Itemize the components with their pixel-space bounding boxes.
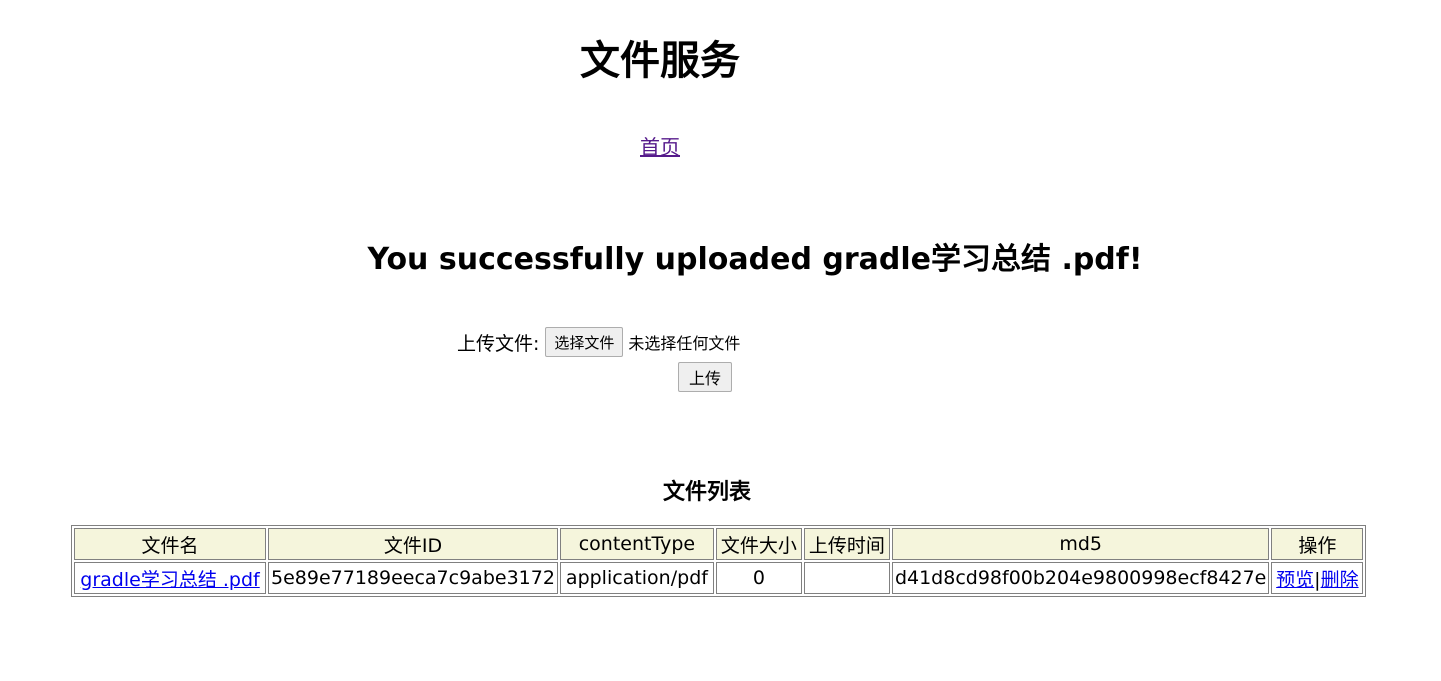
column-header-upload-time: 上传时间 [803, 528, 890, 560]
file-download-link[interactable]: gradle学习总结 .pdf [80, 569, 259, 591]
file-list-title: 文件列表 [662, 480, 751, 505]
column-header-file-id: 文件ID [268, 528, 558, 560]
cell-upload-time [803, 562, 890, 594]
cell-md5: d41d8cd98f00b204e9800998ecf8427e [891, 562, 1270, 594]
column-header-filename: 文件名 [74, 528, 266, 560]
column-header-content-type: contentType [559, 528, 714, 560]
choose-file-button[interactable]: 选择文件 [545, 327, 624, 357]
cell-actions: 预览|删除 [1271, 562, 1364, 594]
upload-form: 上传文件: 选择文件 未选择任何文件 [457, 327, 740, 357]
table-header-row: 文件名 文件ID contentType 文件大小 上传时间 md5 操作 [74, 528, 1364, 560]
file-table: 文件名 文件ID contentType 文件大小 上传时间 md5 操作 gr… [71, 525, 1367, 597]
upload-submit-button[interactable]: 上传 [678, 362, 732, 392]
page: 文件服务 首页 You successfully uploaded gradle… [0, 0, 1441, 681]
nav-bar: 首页 [0, 131, 1320, 160]
column-header-md5: md5 [891, 528, 1270, 560]
column-header-file-size: 文件大小 [715, 528, 802, 560]
upload-success-message: You successfully uploaded gradle学习总结 .pd… [367, 242, 1143, 277]
file-status-text: 未选择任何文件 [628, 334, 741, 353]
table-row: gradle学习总结 .pdf 5e89e77189eeca7c9abe3172… [74, 562, 1364, 594]
preview-link[interactable]: 预览 [1276, 569, 1314, 591]
cell-content-type: application/pdf [559, 562, 714, 594]
cell-file-size: 0 [715, 562, 802, 594]
column-header-actions: 操作 [1271, 528, 1364, 560]
cell-file-id: 5e89e77189eeca7c9abe3172 [268, 562, 558, 594]
upload-label: 上传文件: [457, 332, 540, 355]
delete-link[interactable]: 删除 [1321, 569, 1359, 591]
home-link[interactable]: 首页 [640, 135, 680, 159]
page-title: 文件服务 [580, 38, 740, 84]
cell-filename: gradle学习总结 .pdf [74, 562, 266, 594]
